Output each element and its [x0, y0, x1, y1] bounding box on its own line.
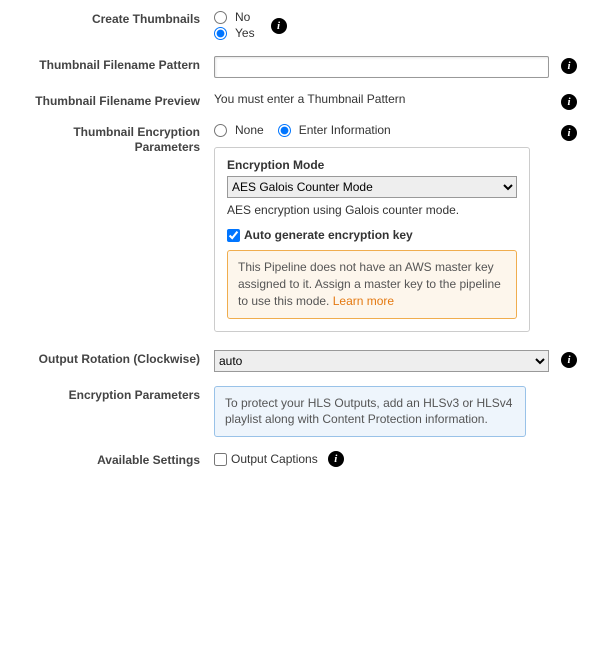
- encryption-mode-select[interactable]: AES Galois Counter Mode: [227, 176, 517, 198]
- encryption-mode-description: AES encryption using Galois counter mode…: [227, 202, 517, 218]
- thumb-enc-enter-label: Enter Information: [299, 123, 391, 137]
- thumb-enc-enter-radio[interactable]: [278, 124, 291, 137]
- create-thumbnails-no-radio[interactable]: [214, 11, 227, 24]
- hls-info-box: To protect your HLS Outputs, add an HLSv…: [214, 386, 526, 438]
- master-key-warning: This Pipeline does not have an AWS maste…: [227, 250, 517, 318]
- create-thumbnails-label: Create Thumbnails: [20, 10, 214, 27]
- thumbnail-filename-pattern-label: Thumbnail Filename Pattern: [20, 56, 214, 73]
- create-thumbnails-no-label: No: [235, 10, 250, 24]
- encryption-mode-label: Encryption Mode: [227, 158, 517, 172]
- info-icon[interactable]: i: [561, 125, 577, 141]
- info-icon[interactable]: i: [561, 352, 577, 368]
- auto-generate-key-checkbox[interactable]: [227, 229, 240, 242]
- auto-generate-key-label: Auto generate encryption key: [244, 228, 413, 242]
- learn-more-link[interactable]: Learn more: [333, 294, 394, 308]
- available-settings-label: Available Settings: [20, 451, 214, 468]
- thumb-enc-none-label: None: [235, 123, 264, 137]
- encryption-mode-panel: Encryption Mode AES Galois Counter Mode …: [214, 147, 530, 332]
- create-thumbnails-yes-radio[interactable]: [214, 27, 227, 40]
- encryption-parameters-label: Encryption Parameters: [20, 386, 214, 403]
- output-captions-label: Output Captions: [231, 452, 318, 466]
- info-icon[interactable]: i: [561, 94, 577, 110]
- output-rotation-select[interactable]: auto: [214, 350, 549, 372]
- thumbnail-filename-pattern-input[interactable]: [214, 56, 549, 78]
- thumbnail-filename-preview-label: Thumbnail Filename Preview: [20, 92, 214, 109]
- thumbnail-filename-preview-text: You must enter a Thumbnail Pattern: [214, 92, 405, 106]
- info-icon[interactable]: i: [561, 58, 577, 74]
- output-rotation-label: Output Rotation (Clockwise): [20, 350, 214, 367]
- output-captions-checkbox[interactable]: [214, 453, 227, 466]
- info-icon[interactable]: i: [271, 18, 287, 34]
- info-icon[interactable]: i: [328, 451, 344, 467]
- thumbnail-encryption-parameters-label: Thumbnail Encryption Parameters: [20, 123, 214, 155]
- create-thumbnails-yes-label: Yes: [235, 26, 255, 40]
- thumb-enc-none-radio[interactable]: [214, 124, 227, 137]
